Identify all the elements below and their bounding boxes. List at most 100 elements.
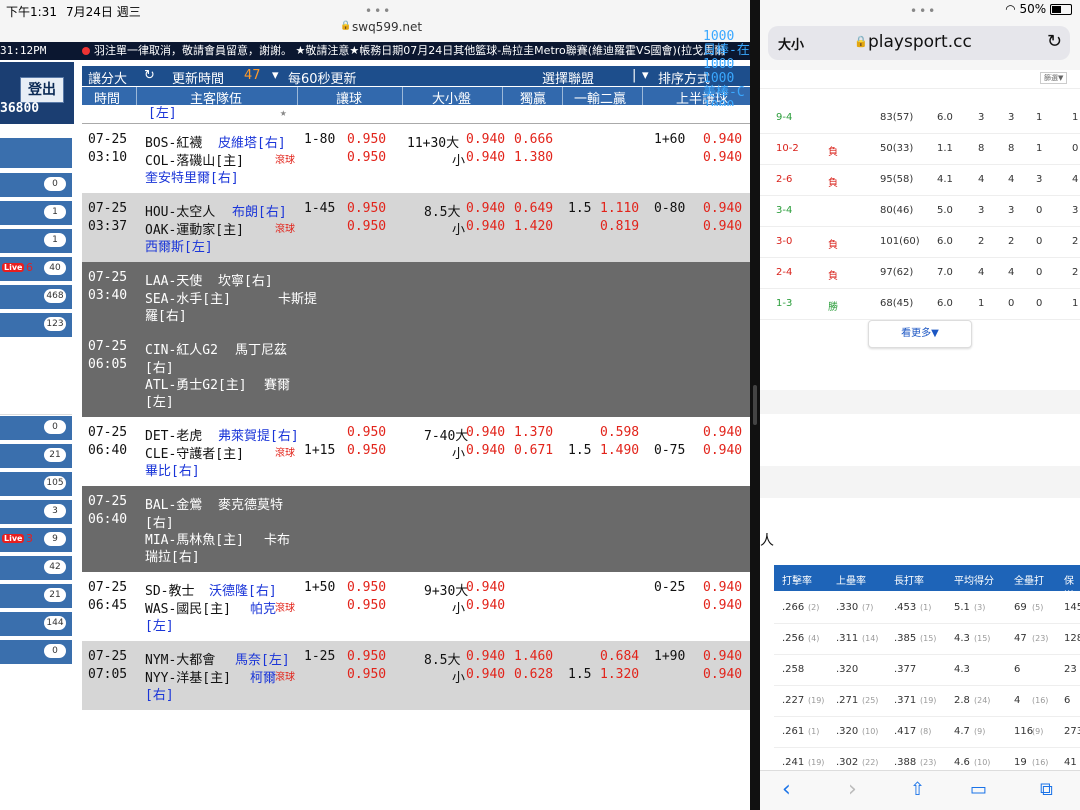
home-pitcher[interactable]: 奎安特里爾[右] [145, 167, 239, 186]
away-pitcher[interactable]: 馬奈[左] [235, 649, 290, 668]
half-home-odds[interactable]: 0.940 [703, 667, 742, 682]
sidebar-item[interactable]: Live 6 40 [0, 257, 72, 282]
handicap-away-odds[interactable]: 0.950 [347, 425, 386, 440]
back-icon[interactable]: ‹ [782, 777, 791, 802]
handicap-home-odds[interactable]: 0.950 [347, 667, 386, 682]
handicap-home-odds[interactable]: 0.950 [347, 443, 386, 458]
away-pitcher[interactable]: 皮維塔[右] [218, 132, 286, 151]
live-tag[interactable]: 滾球 [275, 599, 295, 614]
half-home-odds[interactable]: 0.940 [703, 443, 742, 458]
one-two-home-odds[interactable]: 1.320 [600, 667, 639, 682]
half-home-odds[interactable]: 0.940 [703, 598, 742, 613]
handicap-home-odds[interactable]: 0.950 [347, 598, 386, 613]
sidebar-item[interactable]: 0 [0, 173, 72, 198]
auto-refresh-select[interactable]: 每60秒更新 [288, 68, 357, 87]
sidebar-item[interactable]: 0 [0, 416, 72, 441]
away-pitcher[interactable]: 馬丁尼茲 [235, 339, 287, 358]
handicap-away-odds[interactable]: 0.950 [347, 649, 386, 664]
tabs-icon[interactable]: ⧉ [1040, 779, 1053, 800]
refresh-time-button[interactable]: 更新時間 [172, 68, 224, 87]
stats-col-header[interactable]: 長打率 [894, 572, 924, 587]
sidebar-item[interactable]: 0 [0, 640, 72, 665]
league-select[interactable]: 選擇聯盟 [542, 68, 594, 87]
home-pitcher-cont[interactable]: [左] [145, 391, 174, 410]
ml-away-odds[interactable]: 1.370 [514, 425, 553, 440]
result-row[interactable]: 3-0 負 101(60) 6.0 2 2 0 2 [760, 226, 1080, 258]
stats-col-header[interactable]: 平均得分 [954, 572, 994, 587]
result-row[interactable]: 9-4 83(57) 6.0 3 3 1 1 [760, 102, 1080, 134]
sidebar-item[interactable] [0, 366, 72, 391]
ou-over-odds[interactable]: 0.940 [466, 425, 505, 440]
home-pitcher[interactable]: 西爾斯[左] [145, 236, 213, 255]
ml-home-odds[interactable]: 0.671 [514, 443, 553, 458]
half-away-odds[interactable]: 0.940 [703, 649, 742, 664]
ou-under-odds[interactable]: 0.940 [466, 150, 505, 165]
result-row[interactable]: 2-4 負 97(62) 7.0 4 4 0 2 [760, 257, 1080, 289]
live-tag[interactable]: 滾球 [275, 151, 295, 166]
away-pitcher[interactable]: 沃德隆[右] [209, 580, 277, 599]
result-row[interactable]: 3-4 80(46) 5.0 3 3 0 3 [760, 195, 1080, 227]
game-row[interactable]: 07-25 07:05 NYM-大都會 馬奈[左] NYY-洋基[主] 柯爾 [右] 滾球 1-… [82, 641, 750, 711]
star-icon[interactable]: ★ [280, 106, 287, 119]
live-tag[interactable]: 滾球 [275, 668, 295, 683]
game-row[interactable]: 07-25 03:10 BOS-紅襪 皮維塔[右] COL-落磯山[主] 奎安特里爾[右]… [82, 124, 750, 194]
handicap-away-odds[interactable]: 0.950 [347, 132, 386, 147]
sidebar-item[interactable]: 21 [0, 584, 72, 609]
game-row[interactable]: 07-25 06:40 DET-老虎 弗萊賀提[右] CLE-守護者[主] 畢比[右] 滾球… [82, 417, 750, 487]
sidebar-item[interactable]: 1 [0, 201, 72, 226]
home-pitcher-cont[interactable]: [右] [145, 684, 174, 703]
mode-select[interactable]: 讓分大 [88, 68, 127, 87]
home-pitcher[interactable]: 帕克 [250, 598, 276, 617]
one-two-away-odds[interactable]: 0.598 [600, 425, 639, 440]
half-away-odds[interactable]: 0.940 [703, 425, 742, 440]
divider-handle[interactable] [753, 385, 757, 425]
sidebar-item[interactable]: 105 [0, 472, 72, 497]
ou-over-odds[interactable]: 0.940 [466, 132, 505, 147]
home-pitcher[interactable]: 柯爾 [250, 667, 276, 686]
one-two-home-odds[interactable]: 0.819 [600, 219, 639, 234]
away-pitcher[interactable]: 布朗[右] [232, 201, 287, 220]
sidebar-item[interactable]: 1 [0, 229, 72, 254]
handicap-away-odds[interactable]: 0.950 [347, 201, 386, 216]
ou-over-odds[interactable]: 0.940 [466, 649, 505, 664]
game-row[interactable]: 07-25 06:05 CIN-紅人G2 馬丁尼茲 [右] ATL-勇士G2[主] 賽爾 [左… [82, 331, 750, 418]
ml-away-odds[interactable]: 0.649 [514, 201, 553, 216]
home-pitcher-cont[interactable]: 瑞拉[右] [145, 546, 200, 565]
game-row[interactable]: 07-25 03:37 HOU-太空人 布朗[右] OAK-運動家[主] 西爾斯[左] 滾球… [82, 193, 750, 263]
live-tag[interactable]: 滾球 [275, 220, 295, 235]
game-row[interactable]: 07-25 06:40 BAL-金鶯 麥克德莫特 [右] MIA-馬林魚[主] 卡布 瑞拉[右… [82, 486, 750, 573]
half-away-odds[interactable]: 0.940 [703, 201, 742, 216]
sidebar-item[interactable]: 123 [0, 313, 72, 338]
filter-dropdown[interactable]: 篩選▼ [1040, 72, 1068, 84]
one-two-home-odds[interactable]: 1.490 [600, 443, 639, 458]
ml-away-odds[interactable]: 0.666 [514, 132, 553, 147]
home-pitcher[interactable]: 卡斯提 [278, 288, 317, 307]
game-row[interactable]: 07-25 06:45 SD-教士 沃德隆[右] WAS-國民[主] 帕克 [左] 滾球 1+5… [82, 572, 750, 642]
ou-under-odds[interactable]: 0.940 [466, 598, 505, 613]
away-pitcher[interactable]: 弗萊賀提[右] [218, 425, 299, 444]
home-pitcher[interactable]: 賽爾 [264, 374, 290, 393]
multitask-dots-icon[interactable]: ••• [910, 4, 937, 18]
sidebar-item[interactable] [0, 390, 72, 415]
address-bar[interactable]: 大小 🔒 playsport.cc ↻ [768, 26, 1070, 60]
result-row[interactable]: 1-3 勝 68(45) 6.0 1 0 0 1 [760, 288, 1080, 320]
stats-col-header[interactable]: 上壘率 [836, 572, 866, 587]
home-pitcher[interactable]: 卡布 [264, 529, 290, 548]
home-pitcher[interactable]: 畢比[右] [145, 460, 200, 479]
split-view-divider[interactable] [750, 0, 760, 810]
chevron-down-icon[interactable]: ▾ [272, 68, 279, 83]
result-row[interactable]: 10-2 負 50(33) 1.1 8 8 1 0 [760, 133, 1080, 165]
sidebar-item[interactable]: 144 [0, 612, 72, 637]
sidebar-item[interactable]: 21 [0, 444, 72, 469]
reload-icon[interactable]: ↻ [1047, 31, 1062, 52]
text-size-button[interactable]: 大小 [778, 34, 804, 53]
result-row[interactable]: 2-6 負 95(58) 4.1 4 4 3 4 [760, 164, 1080, 196]
sidebar-item[interactable]: Live 3 9 [0, 528, 72, 553]
ml-away-odds[interactable]: 1.460 [514, 649, 553, 664]
ou-over-odds[interactable]: 0.940 [466, 201, 505, 216]
stats-col-header[interactable]: 打擊率 [782, 572, 812, 587]
sidebar-item[interactable]: 468 [0, 285, 72, 310]
away-pitcher[interactable]: 麥克德莫特 [218, 494, 283, 513]
share-icon[interactable]: ⇧ [910, 779, 925, 800]
ml-home-odds[interactable]: 1.380 [514, 150, 553, 165]
